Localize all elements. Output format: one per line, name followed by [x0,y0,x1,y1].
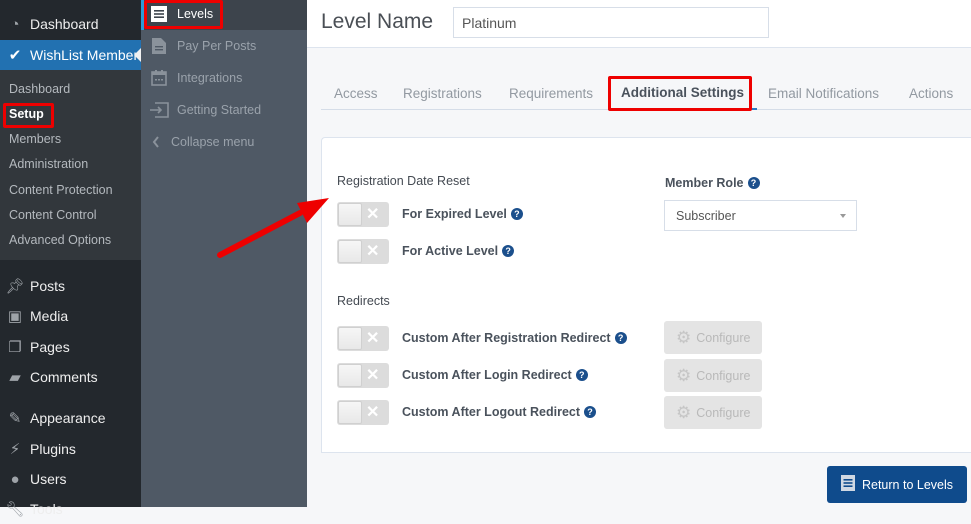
wl-menu-levels[interactable]: Levels [141,0,307,30]
submenu-administration[interactable]: Administration [9,157,88,171]
toggle-knob [338,401,362,424]
x-icon: ✕ [366,206,380,223]
help-icon[interactable]: ? [614,332,627,344]
submenu-content-control[interactable]: Content Control [9,208,97,222]
registration-redirect-toggle[interactable]: ✕ [337,326,389,351]
submenu-members[interactable]: Members [9,132,61,146]
member-role-label: Member Role ? [665,176,760,190]
wp-menu-wishlist-member[interactable]: ✔ WishList Member [0,40,141,70]
help-icon[interactable]: ? [510,208,523,220]
pages-icon: ❐ [8,339,22,356]
login-redirect-label: Custom After Login Redirect ? [402,368,588,382]
redirects-title: Redirects [337,294,390,308]
help-icon[interactable]: ? [502,245,515,257]
tab-registrations[interactable]: Registrations [403,76,482,110]
level-name-input[interactable] [453,7,769,38]
level-header: Level Name [307,0,971,48]
level-name-label: Level Name [321,10,434,33]
wp-menu-appearance[interactable]: ✎ Appearance [0,403,141,433]
wl-menu-integrations[interactable]: Integrations [141,64,307,92]
x-icon: ✕ [366,330,380,347]
sign-in-icon [141,102,177,118]
tab-additional-settings[interactable]: Additional Settings [608,76,757,110]
dashboard-icon: ◔ [10,15,20,33]
x-icon: ✕ [366,243,380,260]
wl-menu-pay-per-posts[interactable]: Pay Per Posts [141,32,307,60]
help-icon[interactable]: ? [584,406,597,418]
x-icon: ✕ [366,367,380,384]
document-icon [141,38,177,54]
logout-redirect-label: Custom After Logout Redirect ? [402,405,597,419]
wishlist-sidebar: Levels Pay Per Posts Integrations Gettin… [141,0,307,507]
user-icon: ● [10,470,20,488]
settings-tabs: Access Registrations Requirements Additi… [321,76,971,110]
chevron-left-icon [141,136,171,148]
current-menu-caret [134,48,141,62]
submenu-content-protection[interactable]: Content Protection [9,183,113,197]
member-role-select[interactable]: Subscriber [664,200,857,231]
expired-level-toggle[interactable]: ✕ [337,202,389,227]
tab-requirements[interactable]: Requirements [509,76,593,110]
wp-menu-dashboard[interactable]: ◔ Dashboard [0,9,141,39]
tab-email-notifications[interactable]: Email Notifications [768,76,879,110]
check-icon: ✔ [8,47,22,64]
gear-icon: ⚙ [676,402,692,422]
wp-menu-media[interactable]: ▣ Media [0,301,141,331]
wishlist-submenu: Dashboard Setup Members Administration C… [0,70,141,260]
list-icon [141,6,177,22]
submenu-dashboard[interactable]: Dashboard [9,82,70,96]
wp-menu-users[interactable]: ● Users [0,464,141,494]
wp-menu-comments[interactable]: ▰ Comments [0,362,141,392]
configure-login-redirect-button[interactable]: ⚙ Configure [664,359,762,392]
calendar-icon [141,70,177,86]
wl-menu-levels-row: Levels [141,0,307,28]
toggle-knob [338,327,362,350]
logout-redirect-toggle[interactable]: ✕ [337,400,389,425]
plug-icon: ⚡︎ [9,441,21,458]
gear-icon: ⚙ [676,365,692,385]
toggle-knob [338,240,362,263]
toggle-knob [338,203,362,226]
media-icon: ▣ [7,308,23,325]
registration-redirect-label: Custom After Registration Redirect ? [402,331,627,345]
submenu-advanced-options[interactable]: Advanced Options [9,233,111,247]
dropdown-arrow-icon [840,214,846,218]
active-level-toggle[interactable]: ✕ [337,239,389,264]
wp-admin-sidebar: ◔ Dashboard ✔ WishList Member Dashboard … [0,0,141,518]
help-icon[interactable]: ? [575,369,588,381]
gear-icon: ⚙ [676,327,692,347]
wl-menu-getting-started[interactable]: Getting Started [141,96,307,124]
wp-menu-pages[interactable]: ❐ Pages [0,332,141,362]
configure-registration-redirect-button[interactable]: ⚙ Configure [664,321,762,354]
x-icon: ✕ [366,404,380,421]
comment-icon: ▰ [9,369,21,386]
wp-menu-posts[interactable]: 📌︎ Posts [0,271,141,301]
pin-icon: 📌︎ [5,278,25,295]
reg-date-reset-title: Registration Date Reset [337,174,470,188]
configure-logout-redirect-button[interactable]: ⚙ Configure [664,396,762,429]
login-redirect-toggle[interactable]: ✕ [337,363,389,388]
toggle-knob [338,364,362,387]
tab-access[interactable]: Access [334,76,378,110]
active-level-label: For Active Level ? [402,244,515,258]
wp-menu-plugins[interactable]: ⚡︎ Plugins [0,434,141,464]
submenu-setup[interactable]: Setup [9,107,44,121]
settings-card: Registration Date Reset ✕ For Expired Le… [321,137,971,453]
list-icon [840,475,855,494]
tab-actions[interactable]: Actions [909,76,953,110]
wp-menu-tools[interactable]: 🔧︎ Tools [0,494,141,524]
main-content: Level Name Access Registrations Requirem… [307,0,971,507]
expired-level-label: For Expired Level ? [402,207,523,221]
wrench-icon: 🔧︎ [5,501,25,518]
brush-icon: ✎ [8,410,22,427]
return-to-levels-button[interactable]: Return to Levels [827,466,967,503]
help-icon[interactable]: ? [747,177,760,189]
wl-menu-collapse[interactable]: Collapse menu [141,128,307,156]
